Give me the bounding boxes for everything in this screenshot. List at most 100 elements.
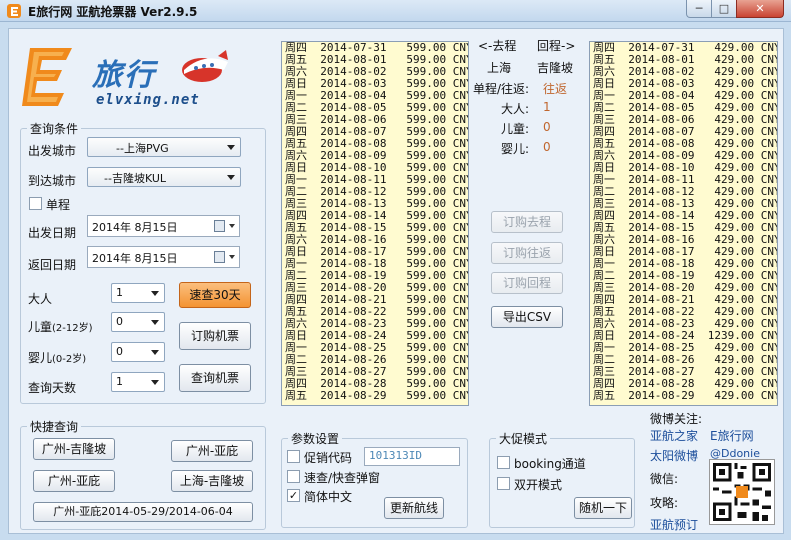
arrive-city-label: 到达城市 (28, 174, 77, 188)
chevron-down-icon (227, 175, 235, 180)
trip-type-label: 单程/往返: (473, 82, 530, 96)
from-city-label: 上海 (487, 61, 512, 75)
inbound-rows: 周四 2014-07-31 429.00 CNY * 周五 2014-08-01 … (590, 42, 777, 402)
depart-city-value: --上海PVG (116, 142, 169, 155)
booking-channel-checkbox[interactable] (497, 456, 510, 469)
book-roundtrip-button[interactable]: 订购往返 (491, 242, 563, 264)
oneway-label: 单程 (46, 198, 71, 212)
logo: 旅行 elvxing.net (20, 42, 260, 122)
quick-30-days-button[interactable]: 速查30天 (179, 282, 251, 308)
airplane-icon (182, 50, 228, 82)
calendar-icon[interactable] (214, 251, 225, 263)
days-select[interactable]: 1 (111, 372, 165, 392)
promo-code-input[interactable]: 101313ID (364, 447, 460, 466)
promo-code-checkbox[interactable] (287, 450, 300, 463)
depart-date-picker[interactable]: 2014年 8月15日 (87, 215, 240, 237)
sun-weibo-link[interactable]: 太阳微博 (650, 447, 698, 464)
promo-mode-group-title: 大促模式 (496, 430, 551, 447)
promo-code-label: 促销代码 (304, 451, 353, 465)
depart-city-label: 出发城市 (28, 144, 77, 158)
child-label-text: 儿童 (28, 320, 53, 334)
adult-value: 1 (116, 286, 123, 299)
query-group-title: 查询条件 (27, 120, 82, 137)
logo-e-icon (22, 48, 72, 106)
airasia-booking-link[interactable]: 亚航预订 (650, 516, 698, 533)
dual-mode-label: 双开模式 (514, 478, 563, 492)
child-select[interactable]: 0 (111, 312, 165, 332)
book-ticket-button[interactable]: 订购机票 (179, 322, 251, 350)
qr-code-icon (709, 459, 775, 525)
quick-shanghai-kl-button[interactable]: 上海-吉隆坡 (171, 470, 253, 492)
minimize-button[interactable]: ─ (686, 0, 712, 18)
return-date-picker[interactable]: 2014年 8月15日 (87, 246, 240, 268)
quick-query-group-title: 快捷查询 (27, 418, 82, 435)
weibo-follow-label: 微博关注: (650, 412, 703, 426)
promo-code-value: 101313ID (369, 449, 422, 462)
mid-child-value: 0 (543, 120, 551, 134)
arrive-city-select[interactable]: --吉隆坡KUL (87, 167, 241, 187)
infant-value: 0 (116, 345, 123, 358)
logo-english-text: elvxing.net (96, 92, 200, 108)
to-city-label: 吉隆坡 (537, 61, 574, 75)
chevron-down-icon (229, 224, 235, 228)
adult-select[interactable]: 1 (111, 283, 165, 303)
search-ticket-button[interactable]: 查询机票 (179, 364, 251, 392)
days-label: 查询天数 (28, 381, 77, 395)
params-group-title: 参数设置 (288, 430, 343, 447)
return-date-label: 返回日期 (28, 258, 77, 272)
quick-guangzhou-kk-button[interactable]: 广州-亚庇 (171, 440, 253, 462)
depart-date-value: 2014年 8月15日 (92, 221, 178, 234)
wechat-label: 微信: (650, 472, 679, 486)
outbound-rows: 周四 2014-07-31 599.00 CNY * 周五 2014-08-01 … (282, 42, 468, 402)
chevron-down-icon (227, 145, 235, 150)
book-outbound-button[interactable]: 订购去程 (491, 211, 563, 233)
inbound-fare-list[interactable]: 周四 2014-07-31 429.00 CNY * 周五 2014-08-01 … (589, 41, 778, 406)
fare-row[interactable]: 周五 2014-08-29 429.00 CNY * (590, 390, 777, 402)
logo-chinese-text: 旅行 (92, 58, 156, 93)
outbound-fare-list[interactable]: 周四 2014-07-31 599.00 CNY * 周五 2014-08-01 … (281, 41, 469, 406)
chevron-down-icon (151, 291, 159, 296)
elvxing-link[interactable]: E旅行网 (710, 427, 754, 444)
infant-label-text: 婴儿 (28, 351, 53, 365)
book-return-button[interactable]: 订购回程 (491, 272, 563, 294)
outbound-direction-label: <-去程 (478, 39, 517, 53)
quick-guangzhou-kk-button-2[interactable]: 广州-亚庇 (33, 470, 115, 492)
app-icon (7, 4, 21, 18)
mid-infant-label: 婴儿: (501, 142, 530, 156)
depart-date-label: 出发日期 (28, 226, 77, 240)
update-routes-button[interactable]: 更新航线 (384, 497, 444, 519)
quick-guangzhou-kk-dates-button[interactable]: 广州-亚庇2014-05-29/2014-06-04 (33, 502, 253, 522)
export-csv-button[interactable]: 导出CSV (491, 306, 563, 328)
depart-city-select[interactable]: --上海PVG (87, 137, 241, 157)
adult-label: 大人 (28, 292, 53, 306)
mid-child-label: 儿童: (501, 122, 530, 136)
random-button[interactable]: 随机一下 (574, 497, 632, 519)
infant-select[interactable]: 0 (111, 342, 165, 362)
mid-infant-value: 0 (543, 140, 551, 154)
infant-label: 婴儿(0-2岁) (28, 349, 86, 366)
airasia-home-link[interactable]: 亚航之家 (650, 427, 698, 444)
popup-checkbox[interactable] (287, 470, 300, 483)
window-title: E旅行网 亚航抢票器 Ver2.9.5 (28, 5, 198, 19)
mid-adult-label: 大人: (501, 102, 530, 116)
simplified-chinese-checkbox[interactable]: ✓ (287, 489, 300, 502)
quick-guangzhou-kl-button[interactable]: 广州-吉隆坡 (33, 438, 115, 460)
days-value: 1 (116, 375, 123, 388)
popup-label: 速查/快查弹窗 (304, 471, 381, 485)
booking-channel-label: booking通道 (514, 457, 586, 471)
fare-row[interactable]: 周五 2014-08-29 599.00 CNY * (282, 390, 468, 402)
arrive-city-value: --吉隆坡KUL (104, 172, 167, 185)
trip-type-value: 往返 (543, 82, 568, 96)
infant-age-hint: (0-2岁) (52, 354, 87, 365)
calendar-icon[interactable] (214, 220, 225, 232)
maximize-button[interactable]: □ (711, 0, 737, 18)
return-direction-label: 回程-> (537, 39, 576, 53)
return-date-value: 2014年 8月15日 (92, 252, 178, 265)
dual-mode-checkbox[interactable] (497, 477, 510, 490)
oneway-checkbox[interactable] (29, 197, 42, 210)
child-label: 儿童(2-12岁) (28, 318, 93, 335)
child-age-hint: (2-12岁) (52, 323, 93, 334)
simplified-chinese-label: 简体中文 (304, 490, 353, 504)
title-bar: E旅行网 亚航抢票器 Ver2.9.5 ─ □ ✕ (0, 0, 791, 22)
close-button[interactable]: ✕ (736, 0, 784, 18)
